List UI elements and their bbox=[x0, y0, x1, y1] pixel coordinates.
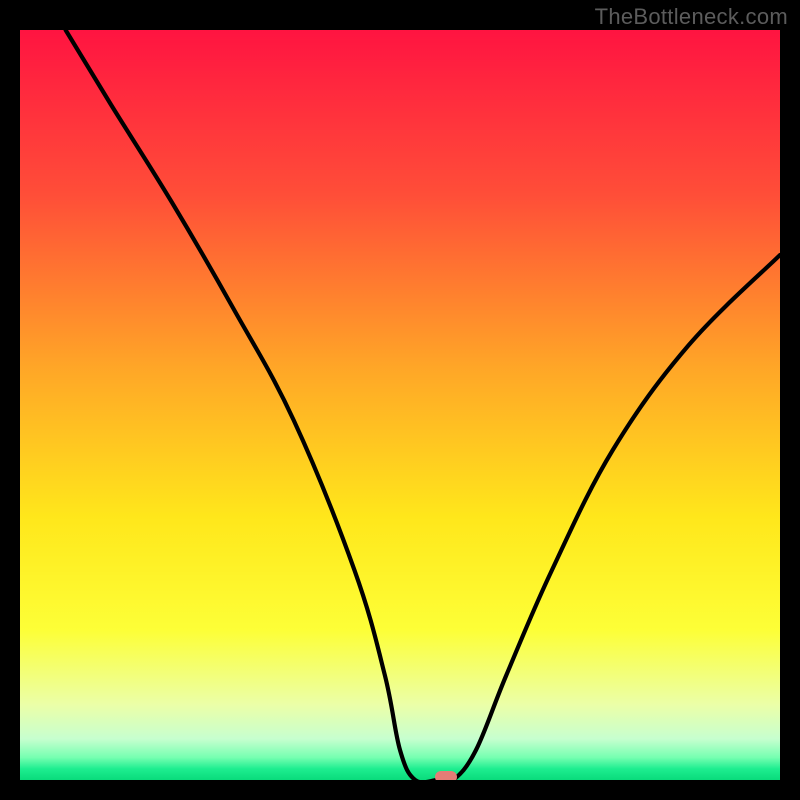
watermark-text: TheBottleneck.com bbox=[595, 4, 788, 30]
chart-frame: TheBottleneck.com bbox=[0, 0, 800, 800]
plot-area bbox=[20, 30, 780, 780]
bottleneck-curve bbox=[20, 30, 780, 780]
optimal-point-marker bbox=[435, 771, 457, 780]
